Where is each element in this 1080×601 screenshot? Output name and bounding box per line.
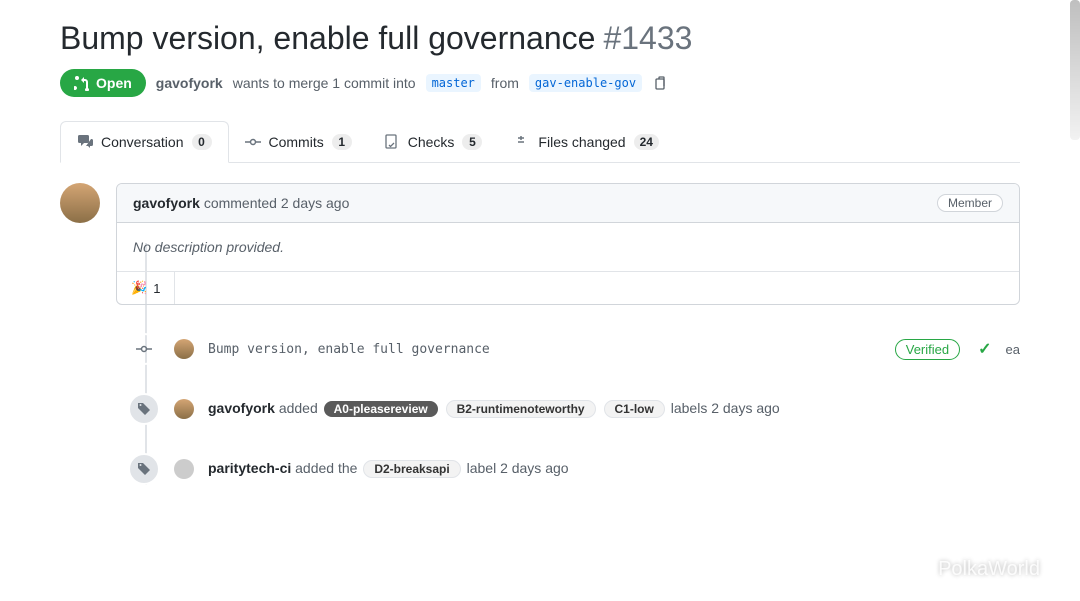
comment-discussion-icon — [77, 134, 93, 150]
tab-files-changed[interactable]: Files changed 24 — [498, 121, 675, 162]
event-verb: added — [279, 400, 318, 416]
event-actor[interactable]: gavofyork — [208, 400, 275, 416]
avatar[interactable] — [60, 183, 100, 223]
state-label: Open — [96, 75, 132, 91]
label-pill[interactable]: D2-breaksapi — [363, 460, 460, 478]
compare-branch[interactable]: gav-enable-gov — [529, 74, 642, 92]
pr-title: Bump version, enable full governance #14… — [60, 20, 1020, 57]
commit-sha-fragment[interactable]: ea — [1006, 342, 1020, 357]
timeline-label-event: gavofyork added A0-pleasereview B2-runti… — [128, 393, 1020, 425]
label-pill[interactable]: A0-pleasereview — [324, 401, 438, 417]
tab-checks[interactable]: Checks 5 — [368, 121, 499, 162]
watermark: PolkaWorld — [910, 558, 1040, 581]
pr-title-text: Bump version, enable full governance — [60, 20, 595, 57]
git-commit-icon — [136, 341, 152, 357]
tada-emoji: 🎉 — [131, 280, 147, 296]
timeline-commit: Bump version, enable full governance Ver… — [128, 333, 1020, 365]
event-verb: added the — [295, 460, 357, 476]
event-actor[interactable]: paritytech-ci — [208, 460, 291, 476]
tab-count: 0 — [192, 134, 212, 150]
tab-count: 24 — [634, 134, 659, 150]
avatar[interactable] — [174, 339, 194, 359]
event-suffix: label 2 days ago — [467, 460, 569, 476]
label-pill[interactable]: C1-low — [604, 400, 665, 418]
label-event-text: gavofyork added A0-pleasereview B2-runti… — [208, 400, 780, 418]
pr-meta: Open gavofyork wants to merge 1 commit i… — [60, 69, 1020, 97]
timeline-label-event: paritytech-ci added the D2-breaksapi lab… — [128, 453, 1020, 485]
verified-badge[interactable]: Verified — [895, 339, 960, 360]
checklist-icon — [384, 134, 400, 150]
base-branch[interactable]: master — [426, 74, 481, 92]
tab-label: Checks — [408, 134, 455, 150]
tab-count: 5 — [462, 134, 482, 150]
tab-count: 1 — [332, 134, 352, 150]
avatar[interactable] — [174, 459, 194, 479]
event-suffix: labels 2 days ago — [671, 400, 780, 416]
label-pill[interactable]: B2-runtimenoteworthy — [446, 400, 596, 418]
comment-reactions: 🎉 1 — [117, 271, 1019, 304]
comment-header: gavofyork commented 2 days ago Member — [117, 184, 1019, 223]
merge-text-1: wants to merge 1 commit into — [233, 75, 416, 91]
comment-action: commented — [204, 195, 277, 211]
tab-conversation[interactable]: Conversation 0 — [60, 121, 229, 163]
pr-author-link[interactable]: gavofyork — [156, 75, 223, 91]
member-badge: Member — [937, 194, 1003, 212]
comment-author[interactable]: gavofyork — [133, 195, 200, 211]
commit-badge — [128, 333, 160, 365]
scrollbar[interactable] — [1070, 0, 1080, 140]
comment-body: No description provided. — [117, 223, 1019, 271]
comment-box: gavofyork commented 2 days ago Member No… — [116, 183, 1020, 305]
avatar[interactable] — [174, 399, 194, 419]
tab-commits[interactable]: Commits 1 — [229, 121, 368, 162]
merge-text-2: from — [491, 75, 519, 91]
label-event-text: paritytech-ci added the D2-breaksapi lab… — [208, 460, 569, 478]
git-commit-icon — [245, 134, 261, 150]
tab-label: Files changed — [538, 134, 625, 150]
comment-time[interactable]: 2 days ago — [281, 195, 350, 211]
reaction-tada[interactable]: 🎉 1 — [117, 272, 175, 304]
git-pull-request-icon — [74, 75, 90, 91]
file-diff-icon — [514, 134, 530, 150]
comment-block: gavofyork commented 2 days ago Member No… — [60, 183, 1020, 305]
tag-icon — [136, 461, 152, 477]
watermark-text: PolkaWorld — [938, 558, 1040, 581]
pr-number: #1433 — [603, 20, 692, 57]
copy-icon[interactable] — [652, 75, 668, 91]
tag-icon — [136, 401, 152, 417]
comment-meta: gavofyork commented 2 days ago — [133, 195, 349, 211]
reaction-count: 1 — [153, 281, 160, 296]
tag-badge — [128, 393, 160, 425]
wechat-icon — [910, 559, 932, 581]
check-icon: ✓ — [978, 339, 991, 359]
tab-label: Conversation — [101, 134, 184, 150]
tab-label: Commits — [269, 134, 324, 150]
tag-badge — [128, 453, 160, 485]
commit-message[interactable]: Bump version, enable full governance — [208, 342, 490, 357]
timeline: gavofyork commented 2 days ago Member No… — [60, 183, 1020, 485]
pr-tabs: Conversation 0 Commits 1 Checks 5 Files … — [60, 121, 1020, 163]
state-badge-open: Open — [60, 69, 146, 97]
